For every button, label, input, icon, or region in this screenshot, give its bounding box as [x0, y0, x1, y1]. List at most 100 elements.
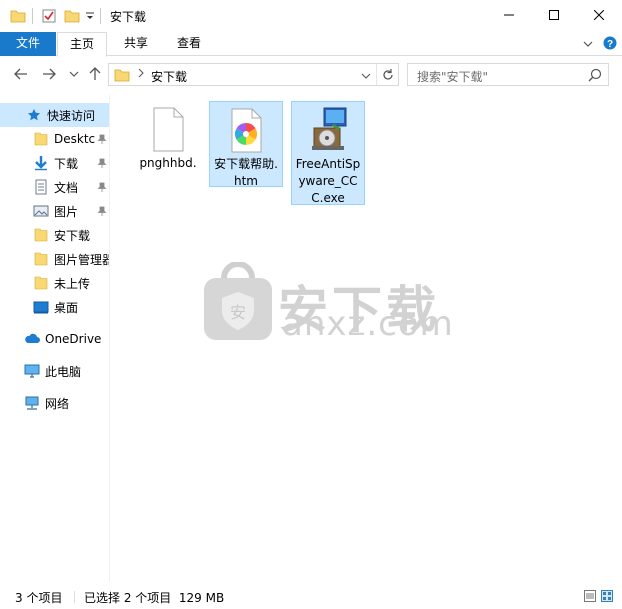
title-bar: 安下载	[0, 0, 622, 32]
properties-icon[interactable]	[41, 8, 57, 27]
svg-text:?: ?	[607, 39, 613, 50]
sidebar-item-desktop-folder[interactable]: 桌面	[0, 295, 109, 319]
sidebar-item-label: Desktc	[54, 132, 96, 146]
sidebar-item-documents[interactable]: 文档	[0, 175, 109, 199]
folder-icon	[114, 67, 130, 86]
html-file-icon	[222, 106, 270, 154]
sidebar-item-downloads[interactable]: 下载	[0, 151, 109, 175]
address-bar[interactable]: 安下载	[108, 63, 399, 86]
minimize-button[interactable]	[486, 0, 531, 30]
breadcrumb-current[interactable]: 安下载	[151, 68, 187, 85]
expand-ribbon-icon[interactable]	[582, 38, 594, 52]
status-bar: 3 个项目 已选择 2 个项目 129 MB	[0, 586, 622, 609]
installer-icon	[304, 106, 352, 154]
pin-icon	[97, 205, 107, 219]
large-icons-view-icon[interactable]	[601, 590, 613, 602]
navigation-pane: 快速访问 Desktc 下载 文档 图片 安下载 图片管理器 未上传 桌面 On…	[0, 95, 110, 582]
pictures-icon	[33, 203, 49, 219]
new-folder-icon[interactable]	[64, 8, 80, 27]
sidebar-item-onedrive[interactable]: OneDrive	[0, 327, 109, 351]
sidebar-item-label: 安下载	[54, 228, 91, 243]
window-title: 安下载	[110, 10, 147, 24]
folder-icon	[33, 131, 49, 147]
sidebar-item-picture-manager[interactable]: 图片管理器	[0, 247, 110, 271]
sidebar-item-label: 未上传	[54, 276, 91, 291]
sidebar-item-anxiazai[interactable]: 安下载	[0, 223, 109, 247]
folder-icon	[33, 227, 49, 243]
file-item[interactable]: 安下载帮助.htm	[209, 101, 283, 188]
sidebar-item-label: 桌面	[54, 300, 79, 315]
maximize-button[interactable]	[531, 0, 576, 30]
sidebar-item-label: 下载	[54, 156, 79, 171]
tab-home[interactable]: 主页	[57, 32, 108, 57]
chevron-right-icon	[137, 67, 145, 82]
sidebar-item-label: 网络	[45, 396, 70, 411]
search-icon[interactable]	[588, 68, 602, 85]
help-icon[interactable]: ?	[603, 36, 617, 53]
refresh-button[interactable]	[376, 64, 398, 85]
sidebar-item-label: OneDrive	[45, 332, 102, 346]
up-button[interactable]	[86, 65, 104, 83]
sidebar-item-label: 此电脑	[45, 364, 82, 379]
arrow-left-icon	[14, 68, 27, 80]
cloud-icon	[24, 331, 40, 347]
selection-info: 已选择 2 个项目 129 MB	[84, 591, 225, 605]
file-name: FreeAntiSpyware_CCC.exe	[295, 157, 361, 205]
file-item[interactable]: FreeAntiSpyware_CCC.exe	[291, 101, 365, 205]
tab-view[interactable]: 查看	[165, 32, 213, 56]
tab-share[interactable]: 共享	[112, 32, 160, 56]
item-count: 3 个项目	[15, 591, 63, 605]
forward-button[interactable]	[40, 65, 58, 83]
tab-file[interactable]: 文件	[0, 32, 56, 56]
ribbon-tabs: 文件 主页 共享 查看 ?	[0, 32, 622, 57]
desktop-icon	[33, 299, 49, 315]
arrow-right-icon	[43, 68, 56, 80]
sidebar-item-label: 图片管理器	[54, 252, 110, 267]
address-dropdown-icon[interactable]	[361, 69, 371, 83]
file-item[interactable]: pnghhbd.	[131, 101, 205, 175]
pin-icon	[97, 157, 107, 171]
divider	[100, 8, 101, 24]
search-box[interactable]: 搜索"安下载"	[407, 63, 609, 86]
divider	[32, 8, 33, 24]
maximize-icon	[548, 10, 559, 20]
sidebar-item-this-pc[interactable]: 此电脑	[0, 359, 109, 383]
network-icon	[24, 395, 40, 411]
arrow-up-icon	[89, 67, 101, 80]
refresh-icon	[382, 68, 393, 80]
download-icon	[33, 155, 49, 171]
details-view-icon[interactable]	[584, 590, 596, 602]
chevron-down-icon	[69, 71, 79, 77]
folder-icon	[33, 275, 49, 291]
sidebar-item-quick-access[interactable]: 快速访问	[0, 103, 109, 127]
folder-icon	[33, 251, 49, 267]
computer-icon	[24, 363, 40, 379]
close-button[interactable]	[576, 0, 621, 30]
back-button[interactable]	[12, 65, 30, 83]
minimize-icon	[503, 14, 514, 16]
sidebar-item-label: 文档	[54, 180, 79, 195]
sidebar-item-pictures[interactable]: 图片	[0, 199, 109, 223]
sidebar-item-network[interactable]: 网络	[0, 391, 109, 415]
file-name: 安下载帮助.htm	[214, 157, 278, 188]
recent-locations-button[interactable]	[65, 65, 83, 83]
blank-file-icon	[144, 105, 192, 153]
close-icon	[593, 10, 604, 20]
star-icon	[26, 107, 42, 123]
sidebar-item-not-uploaded[interactable]: 未上传	[0, 271, 109, 295]
folder-icon	[10, 8, 26, 27]
divider	[74, 591, 75, 603]
customize-toolbar-icon[interactable]	[85, 10, 95, 24]
pin-icon	[97, 133, 107, 147]
sidebar-item-label: 快速访问	[47, 108, 96, 123]
watermark-domain: anxz.com	[282, 304, 454, 344]
sidebar-item-desktop[interactable]: Desktc	[0, 127, 109, 151]
watermark-logo: 安	[202, 261, 274, 345]
document-icon	[33, 179, 49, 195]
address-row: 安下载 搜索"安下载"	[0, 57, 622, 93]
file-name: pnghhbd.	[139, 156, 197, 170]
search-input[interactable]: 搜索"安下载"	[417, 68, 488, 85]
sidebar-item-label: 图片	[54, 204, 79, 219]
svg-text:安: 安	[230, 303, 246, 322]
pin-icon	[97, 181, 107, 195]
